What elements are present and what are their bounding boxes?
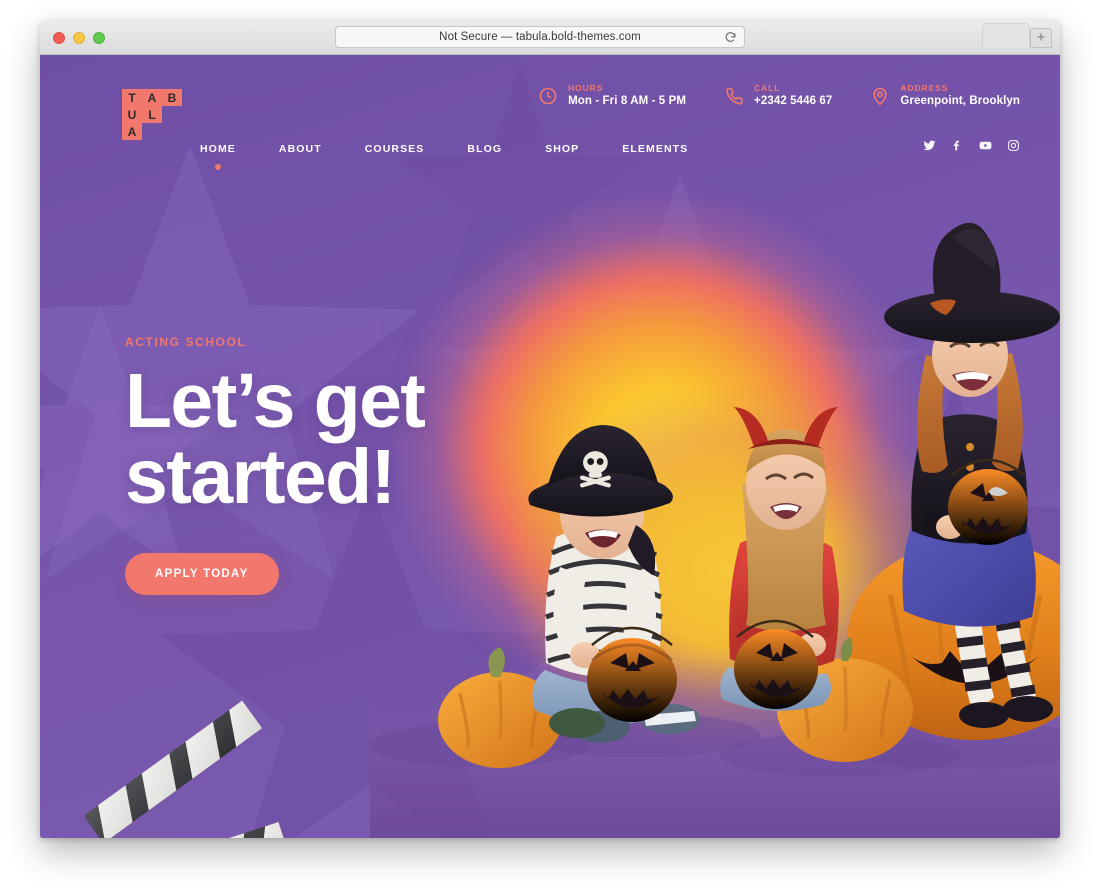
apply-today-button[interactable]: APPLY TODAY bbox=[125, 553, 279, 596]
nav-item-about[interactable]: ABOUT bbox=[279, 137, 322, 161]
social-links bbox=[923, 139, 1020, 152]
page-viewport: T A B U L A HOURS Mon - Fri 8 AM - 5 PM … bbox=[40, 55, 1060, 838]
nav-item-elements[interactable]: ELEMENTS bbox=[622, 137, 688, 161]
reload-icon[interactable] bbox=[724, 31, 737, 44]
logo-letter-l: L bbox=[142, 106, 162, 123]
address-bar[interactable]: Not Secure — tabula.bold-themes.com bbox=[335, 26, 745, 48]
close-window-button[interactable] bbox=[53, 32, 65, 44]
hero-content: ACTING SCHOOL Let’s get started! APPLY T… bbox=[125, 335, 426, 596]
youtube-icon[interactable] bbox=[979, 139, 992, 152]
tabula-logo[interactable]: T A B U L A bbox=[122, 89, 184, 140]
contact-address[interactable]: ADDRESS Greenpoint, Brooklyn bbox=[870, 83, 1020, 109]
contact-hours[interactable]: HOURS Mon - Fri 8 AM - 5 PM bbox=[538, 83, 686, 109]
facebook-icon[interactable] bbox=[951, 139, 964, 152]
clock-icon bbox=[538, 86, 558, 106]
logo-letter-b: B bbox=[162, 89, 182, 106]
window-controls bbox=[53, 32, 105, 44]
browser-window: + Not Secure — tabula.bold-themes.com T … bbox=[40, 20, 1060, 838]
logo-letter-u: U bbox=[122, 106, 142, 123]
nav-links: HOME ABOUT COURSES BLOG SHOP ELEMENTS bbox=[200, 137, 688, 161]
logo-letter-t: T bbox=[122, 89, 142, 106]
nav-item-shop[interactable]: SHOP bbox=[545, 137, 579, 161]
hero-title-line-2: started! bbox=[125, 434, 396, 521]
map-pin-icon bbox=[870, 86, 890, 106]
new-tab-button[interactable]: + bbox=[1030, 28, 1052, 48]
contact-hours-value: Mon - Fri 8 AM - 5 PM bbox=[568, 95, 687, 108]
zoom-window-button[interactable] bbox=[93, 32, 105, 44]
main-navigation: HOME ABOUT COURSES BLOG SHOP ELEMENTS bbox=[40, 137, 1060, 161]
hero-eyebrow: ACTING SCHOOL bbox=[125, 335, 247, 349]
browser-tab[interactable] bbox=[982, 23, 1030, 47]
logo-letter-a1: A bbox=[142, 89, 162, 106]
instagram-icon[interactable] bbox=[1007, 139, 1020, 152]
phone-icon bbox=[724, 86, 744, 106]
contact-call[interactable]: CALL +2342 5446 67 bbox=[724, 83, 832, 109]
minimize-window-button[interactable] bbox=[73, 32, 85, 44]
address-bar-text: Not Secure — tabula.bold-themes.com bbox=[439, 31, 641, 43]
nav-item-home[interactable]: HOME bbox=[200, 137, 236, 161]
contact-call-label: CALL bbox=[754, 83, 781, 93]
nav-item-courses[interactable]: COURSES bbox=[365, 137, 425, 161]
hero-title-line-1: Let’s get bbox=[125, 358, 426, 444]
nav-item-blog[interactable]: BLOG bbox=[467, 137, 502, 161]
twitter-icon[interactable] bbox=[923, 139, 936, 152]
browser-titlebar: + Not Secure — tabula.bold-themes.com bbox=[40, 20, 1060, 55]
contact-call-value: +2342 5446 67 bbox=[754, 95, 833, 108]
contact-bar: HOURS Mon - Fri 8 AM - 5 PM CALL +2342 5… bbox=[538, 83, 1020, 109]
contact-address-label: ADDRESS bbox=[900, 83, 949, 93]
contact-address-value: Greenpoint, Brooklyn bbox=[900, 95, 1020, 108]
contact-hours-label: HOURS bbox=[568, 83, 604, 93]
